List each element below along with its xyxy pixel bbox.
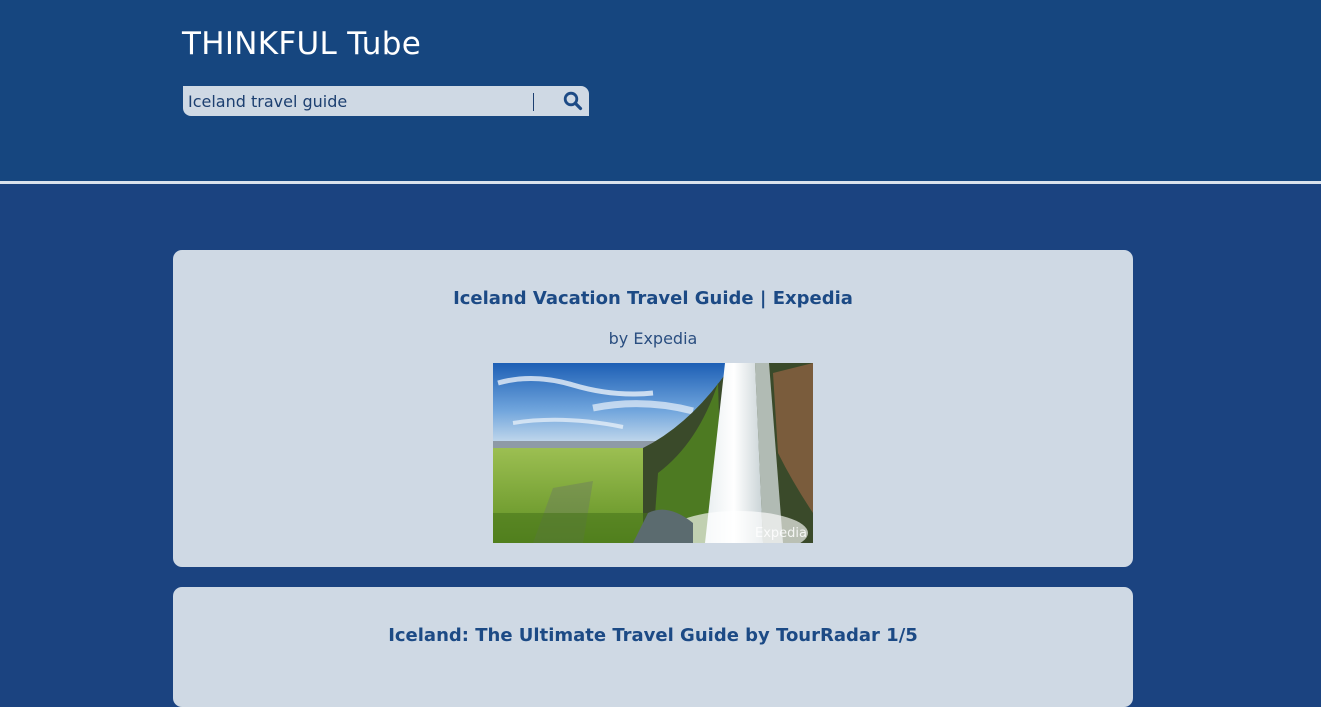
text-cursor bbox=[533, 93, 534, 111]
result-author: by Expedia bbox=[608, 329, 698, 348]
search-button[interactable] bbox=[563, 91, 583, 111]
result-title-link[interactable]: Iceland Vacation Travel Guide | Expedia bbox=[173, 288, 1133, 309]
result-thumbnail[interactable]: Expedia bbox=[493, 363, 813, 543]
expedia-watermark: Expedia bbox=[755, 526, 807, 541]
result-title-link[interactable]: Iceland: The Ultimate Travel Guide by To… bbox=[173, 625, 1133, 646]
site-title: THINKFUL Tube bbox=[182, 26, 422, 62]
search-form bbox=[183, 86, 589, 116]
result-card: Iceland: The Ultimate Travel Guide by To… bbox=[173, 587, 1133, 707]
waterfall-thumbnail-image: Expedia bbox=[493, 363, 813, 543]
site-header: THINKFUL Tube bbox=[0, 0, 1321, 181]
result-card: Iceland Vacation Travel Guide | Expedia … bbox=[173, 250, 1133, 567]
search-input[interactable] bbox=[188, 91, 554, 111]
search-icon bbox=[563, 91, 583, 111]
header-divider bbox=[0, 181, 1321, 184]
